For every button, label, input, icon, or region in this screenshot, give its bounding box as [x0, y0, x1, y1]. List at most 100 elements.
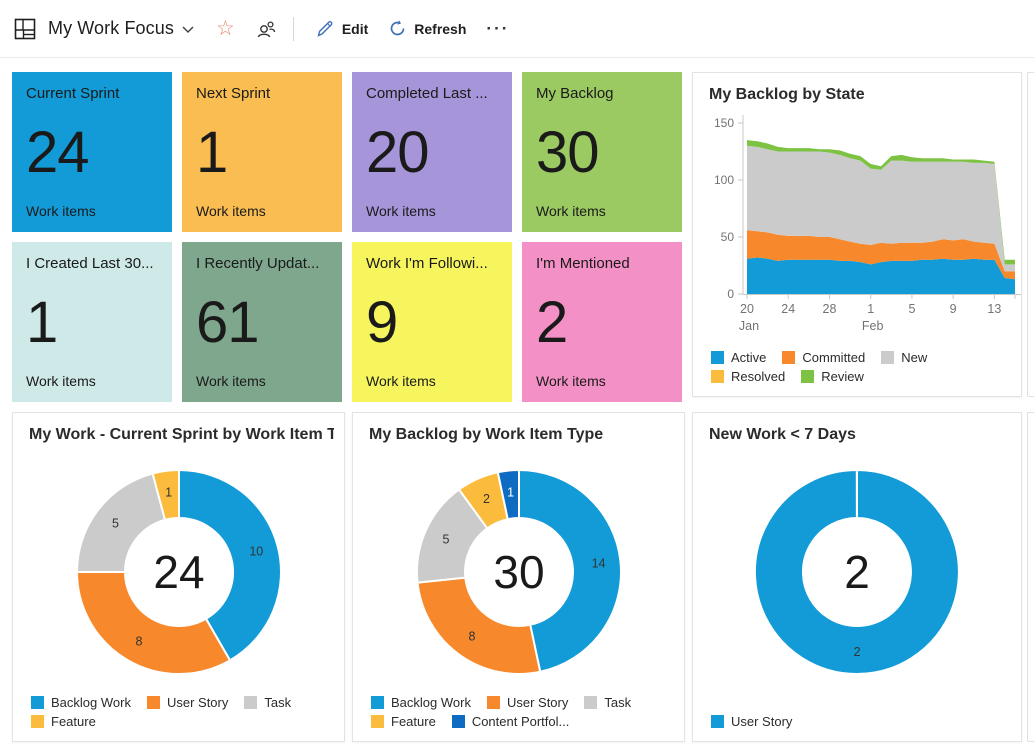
- cutoff-tile-sliver: [1027, 72, 1034, 397]
- svg-text:8: 8: [468, 630, 475, 644]
- tile-im-mentioned[interactable]: I'm Mentioned 2 Work items: [522, 242, 682, 402]
- svg-text:9: 9: [950, 302, 957, 316]
- tile-count: 20: [366, 124, 498, 182]
- chart-title: My Backlog by Work Item Type: [369, 426, 674, 444]
- tile-completed-last[interactable]: Completed Last ... 20 Work items: [352, 72, 512, 232]
- dashboard-canvas: Current Sprint 24 Work items Next Sprint…: [0, 59, 1034, 749]
- tile-title: I Created Last 30...: [26, 255, 158, 272]
- legend-label: Active: [731, 350, 766, 365]
- donut-chart[interactable]: 22: [742, 457, 972, 687]
- backlog-by-type-card[interactable]: My Backlog by Work Item Type 14852130 Ba…: [352, 412, 685, 742]
- svg-text:100: 100: [714, 173, 734, 187]
- tile-title: Work I'm Followi...: [366, 255, 498, 272]
- edit-button[interactable]: Edit: [306, 13, 378, 44]
- svg-text:2: 2: [482, 492, 489, 506]
- svg-text:5: 5: [908, 302, 915, 316]
- tile-caption: Work items: [366, 203, 498, 219]
- legend-item: Committed: [782, 350, 865, 365]
- chart-title: My Work - Current Sprint by Work Item T.…: [29, 426, 334, 444]
- svg-text:1: 1: [867, 302, 874, 316]
- backlog-by-state-card[interactable]: My Backlog by State 05010015020Jan24281F…: [692, 72, 1022, 397]
- legend-item: Active: [711, 350, 766, 365]
- legend-swatch: [371, 696, 384, 709]
- legend-item: Feature: [31, 714, 96, 729]
- tile-recently-updated[interactable]: I Recently Updat... 61 Work items: [182, 242, 342, 402]
- legend-item: User Story: [147, 695, 228, 710]
- tile-title: I'm Mentioned: [536, 255, 668, 272]
- svg-text:0: 0: [727, 287, 734, 301]
- chart-legend: Backlog Work User Story Task Feature: [31, 695, 334, 729]
- legend-label: Content Portfol...: [472, 714, 570, 729]
- legend-swatch: [584, 696, 597, 709]
- legend-label: Task: [264, 695, 291, 710]
- legend-item: Task: [244, 695, 291, 710]
- donut-chart[interactable]: 14852130: [404, 457, 634, 687]
- legend-swatch: [31, 715, 44, 728]
- chart-legend: Backlog WorkUser StoryTaskFeatureContent…: [371, 695, 674, 729]
- tile-i-created[interactable]: I Created Last 30... 1 Work items: [12, 242, 172, 402]
- legend-label: Backlog Work: [51, 695, 131, 710]
- refresh-button[interactable]: Refresh: [378, 13, 476, 44]
- dashboard-title: My Work Focus: [48, 18, 174, 39]
- svg-text:1: 1: [507, 485, 514, 499]
- legend-item: New: [881, 350, 927, 365]
- circular-arrow-icon: [388, 19, 407, 38]
- legend-item: User Story: [711, 714, 792, 729]
- legend-label: Backlog Work: [391, 695, 471, 710]
- edit-button-label: Edit: [342, 21, 368, 37]
- tile-current-sprint[interactable]: Current Sprint 24 Work items: [12, 72, 172, 232]
- favorite-button[interactable]: ☆: [210, 12, 241, 45]
- refresh-button-label: Refresh: [414, 21, 466, 37]
- legend-item: Review: [801, 369, 864, 384]
- tile-count: 1: [196, 124, 328, 182]
- legend-swatch: [782, 351, 795, 364]
- legend-label: Resolved: [731, 369, 785, 384]
- tile-my-backlog[interactable]: My Backlog 30 Work items: [522, 72, 682, 232]
- tile-next-sprint[interactable]: Next Sprint 1 Work items: [182, 72, 342, 232]
- svg-text:150: 150: [714, 116, 734, 130]
- legend-swatch: [711, 715, 724, 728]
- tile-title: I Recently Updat...: [196, 255, 328, 272]
- svg-text:5: 5: [442, 532, 449, 546]
- chart-title: New Work < 7 Days: [709, 426, 1011, 444]
- legend-label: Feature: [51, 714, 96, 729]
- legend-swatch: [371, 715, 384, 728]
- dashboard-selector[interactable]: My Work Focus: [14, 18, 194, 40]
- svg-text:28: 28: [823, 302, 837, 316]
- legend-item: User Story: [487, 695, 568, 710]
- legend-item: Content Portfol...: [452, 714, 570, 729]
- tile-caption: Work items: [196, 373, 328, 389]
- legend-label: User Story: [167, 695, 228, 710]
- svg-text:5: 5: [112, 516, 119, 530]
- chart-legend: User Story: [711, 714, 1011, 729]
- dashboard-command-bar: My Work Focus ☆ Edit Refresh ···: [0, 0, 1034, 58]
- svg-text:Jan: Jan: [739, 319, 759, 333]
- tile-work-following[interactable]: Work I'm Followi... 9 Work items: [352, 242, 512, 402]
- tile-title: Completed Last ...: [366, 85, 498, 102]
- svg-text:30: 30: [493, 546, 544, 598]
- svg-text:13: 13: [987, 302, 1001, 316]
- legend-swatch: [711, 370, 724, 383]
- legend-label: New: [901, 350, 927, 365]
- pencil-icon: [316, 19, 335, 38]
- legend-swatch: [711, 351, 724, 364]
- legend-swatch: [487, 696, 500, 709]
- current-sprint-by-type-card[interactable]: My Work - Current Sprint by Work Item T.…: [12, 412, 345, 742]
- svg-text:24: 24: [153, 546, 204, 598]
- legend-swatch: [801, 370, 814, 383]
- stacked-area-chart[interactable]: 05010015020Jan24281Feb5913: [693, 73, 1023, 333]
- legend-label: Feature: [391, 714, 436, 729]
- chart-legend: Active Committed New Resolved Review: [711, 350, 1011, 384]
- tile-caption: Work items: [366, 373, 498, 389]
- svg-text:50: 50: [721, 230, 735, 244]
- tile-caption: Work items: [536, 203, 668, 219]
- more-actions-button[interactable]: ···: [476, 13, 519, 45]
- donut-chart[interactable]: 1085124: [64, 457, 294, 687]
- legend-label: User Story: [507, 695, 568, 710]
- new-work-7-days-card[interactable]: New Work < 7 Days 22 User Story: [692, 412, 1022, 742]
- team-button[interactable]: [249, 12, 283, 46]
- tile-caption: Work items: [536, 373, 668, 389]
- svg-text:2: 2: [844, 546, 870, 598]
- legend-swatch: [244, 696, 257, 709]
- tile-caption: Work items: [26, 203, 158, 219]
